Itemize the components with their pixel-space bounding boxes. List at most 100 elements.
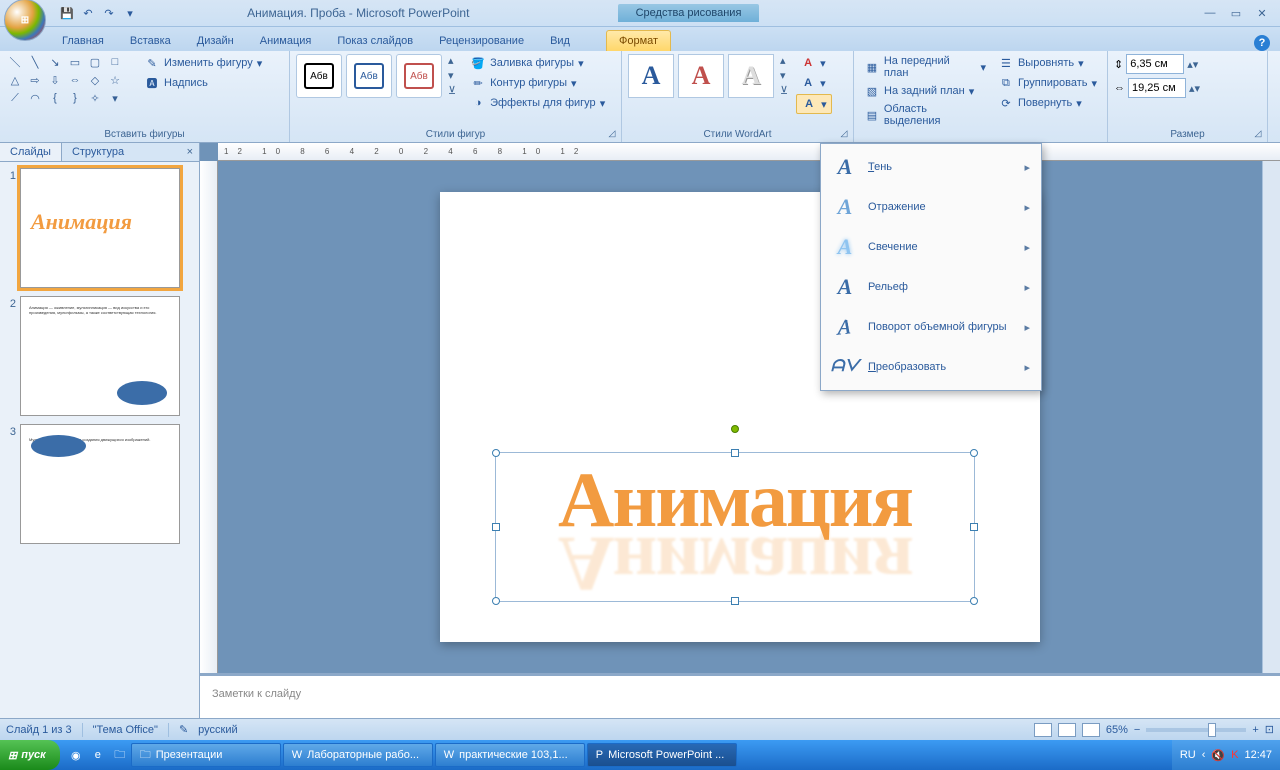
taskbar-item[interactable]: PMicrosoft PowerPoint ... (587, 743, 737, 767)
shape-curve-icon[interactable]: ⟋ (6, 90, 24, 106)
slide-thumbnail-1[interactable]: Анимация (20, 168, 180, 288)
edit-shape-button[interactable]: ✎Изменить фигуру ▾ (140, 54, 266, 72)
wa-up-icon[interactable]: ▴ (780, 54, 788, 67)
zoom-slider[interactable] (1146, 728, 1246, 732)
gallery-more-icon[interactable]: ⊻ (448, 84, 456, 97)
tray-icon[interactable]: K (1231, 749, 1238, 761)
save-icon[interactable]: 💾 (58, 4, 76, 22)
shape-effects-button[interactable]: ◑Эффекты для фигур ▾ (466, 94, 609, 112)
rotate-handle[interactable] (731, 425, 739, 433)
rotate-button[interactable]: ⟳Повернуть ▾ (994, 94, 1101, 112)
shape-styles-launcher[interactable]: ◿ (606, 127, 618, 139)
shape-style-2[interactable]: Абв (346, 54, 392, 98)
slide-thumbnail-2[interactable]: Анимация — оживление, мультипликация — в… (20, 296, 180, 416)
chrome-icon[interactable]: ◉ (66, 745, 86, 765)
shape-callout-icon[interactable]: ✧ (86, 90, 104, 106)
notes-pane[interactable]: Заметки к слайду (200, 673, 1280, 718)
tab-design[interactable]: Дизайн (185, 31, 246, 51)
language-indicator[interactable]: RU (1180, 749, 1196, 761)
send-back-button[interactable]: ▧На задний план ▾ (860, 82, 990, 100)
wordart-style-3[interactable]: А (728, 54, 774, 98)
wordart-style-2[interactable]: А (678, 54, 724, 98)
taskbar-item[interactable]: WЛабораторные рабо... (283, 743, 433, 767)
wa-down-icon[interactable]: ▾ (780, 69, 788, 82)
taskbar-item[interactable]: 🗀Презентации (131, 743, 281, 767)
tab-review[interactable]: Рецензирование (427, 31, 536, 51)
shape-roundrect-icon[interactable]: ▢ (86, 54, 104, 70)
tab-view[interactable]: Вид (538, 31, 582, 51)
taskbar-item[interactable]: Wпрактические 103,1... (435, 743, 585, 767)
tab-slides[interactable]: Слайды (0, 143, 62, 161)
shape-outline-button[interactable]: ✏Контур фигуры ▾ (466, 74, 609, 92)
office-button[interactable]: ⊞ (4, 0, 46, 41)
tab-slideshow[interactable]: Показ слайдов (325, 31, 425, 51)
wa-more-icon[interactable]: ⊻ (780, 84, 788, 97)
shape-star-icon[interactable]: ☆ (106, 72, 124, 88)
slide-thumbnail-3[interactable]: Мультипликация — процесс создания движущ… (20, 424, 180, 544)
tab-insert[interactable]: Вставка (118, 31, 183, 51)
shape-arc-icon[interactable]: ◠ (26, 90, 44, 106)
explorer-icon[interactable]: 🗀 (110, 745, 130, 765)
shape-triangle-icon[interactable]: △ (6, 72, 24, 88)
shape-style-gallery[interactable]: Абв Абв Абв (296, 54, 442, 98)
shape-height-input[interactable] (1126, 54, 1184, 74)
fx-reflection[interactable]: AОтражение▸ (824, 187, 1038, 227)
bring-front-button[interactable]: ▦На передний план ▾ (860, 54, 990, 80)
group-button[interactable]: ⧉Группировать ▾ (994, 74, 1101, 92)
selection-pane-button[interactable]: ▤Область выделения (860, 102, 990, 128)
shape-arrow-d-icon[interactable]: ⇩ (46, 72, 64, 88)
fx-transform[interactable]: ᗩᐯПреобразовать▸ (824, 347, 1038, 387)
shape-brace-r-icon[interactable]: } (66, 90, 84, 106)
resize-handle[interactable] (492, 449, 500, 457)
ie-icon[interactable]: e (88, 745, 108, 765)
tray-icon[interactable]: 🔇 (1211, 749, 1225, 762)
spellcheck-icon[interactable]: ✎ (179, 723, 188, 736)
gallery-up-icon[interactable]: ▴ (448, 54, 456, 67)
shapes-gallery[interactable]: ＼ ╲ ↘ ▭ ▢ □ △ ⇨ ⇩ ⇔ ◇ ☆ ⟋ ◠ { } ✧ ▾ (6, 54, 136, 106)
shape-arrow-r-icon[interactable]: ⇨ (26, 72, 44, 88)
wordart-launcher[interactable]: ◿ (838, 127, 850, 139)
shape-line2-icon[interactable]: ╲ (26, 54, 44, 70)
resize-handle[interactable] (731, 449, 739, 457)
shape-textbox-icon[interactable]: □ (106, 54, 124, 70)
redo-icon[interactable]: ↷ (100, 4, 118, 22)
spinner-icon[interactable]: ▴▾ (1187, 58, 1198, 71)
vertical-scrollbar[interactable] (1262, 161, 1280, 673)
clock[interactable]: 12:47 (1244, 749, 1272, 761)
maximize-button[interactable]: ▭ (1224, 5, 1248, 21)
fx-shadow[interactable]: AТень▸ (824, 147, 1038, 187)
tab-home[interactable]: Главная (50, 31, 116, 51)
textbox-button[interactable]: 🅰Надпись (140, 74, 266, 92)
size-launcher[interactable]: ◿ (1252, 127, 1264, 139)
minimize-button[interactable]: — (1198, 5, 1222, 21)
zoom-out-button[interactable]: − (1134, 724, 1140, 736)
resize-handle[interactable] (970, 449, 978, 457)
shape-style-1[interactable]: Абв (296, 54, 342, 98)
zoom-in-button[interactable]: + (1252, 724, 1258, 736)
fx-bevel[interactable]: AРельеф▸ (824, 267, 1038, 307)
wordart-style-1[interactable]: А (628, 54, 674, 98)
fit-window-button[interactable]: ⊡ (1265, 723, 1274, 736)
text-outline-button[interactable]: A▾ (796, 74, 832, 92)
fx-glow[interactable]: AСвечение▸ (824, 227, 1038, 267)
text-fill-button[interactable]: A▾ (796, 54, 832, 72)
tab-animation[interactable]: Анимация (248, 31, 324, 51)
normal-view-button[interactable] (1034, 723, 1052, 737)
text-effects-button[interactable]: A▾ (796, 94, 832, 114)
shape-width-input[interactable] (1128, 78, 1186, 98)
shape-line-icon[interactable]: ＼ (6, 54, 24, 70)
wordart-shape[interactable]: Анимация Анимация (495, 452, 975, 602)
status-language[interactable]: русский (198, 724, 237, 736)
shape-more-icon[interactable]: ▾ (106, 90, 124, 106)
shape-brace-l-icon[interactable]: { (46, 90, 64, 106)
slideshow-view-button[interactable] (1082, 723, 1100, 737)
qat-more-icon[interactable]: ▾ (121, 4, 139, 22)
gallery-down-icon[interactable]: ▾ (448, 69, 456, 82)
sorter-view-button[interactable] (1058, 723, 1076, 737)
tray-icon[interactable]: ‹ (1202, 749, 1206, 761)
close-button[interactable]: ✕ (1250, 5, 1274, 21)
shape-rect-icon[interactable]: ▭ (66, 54, 84, 70)
shape-style-3[interactable]: Абв (396, 54, 442, 98)
align-button[interactable]: ☰Выровнять ▾ (994, 54, 1101, 72)
spinner-icon[interactable]: ▴▾ (1189, 82, 1200, 95)
